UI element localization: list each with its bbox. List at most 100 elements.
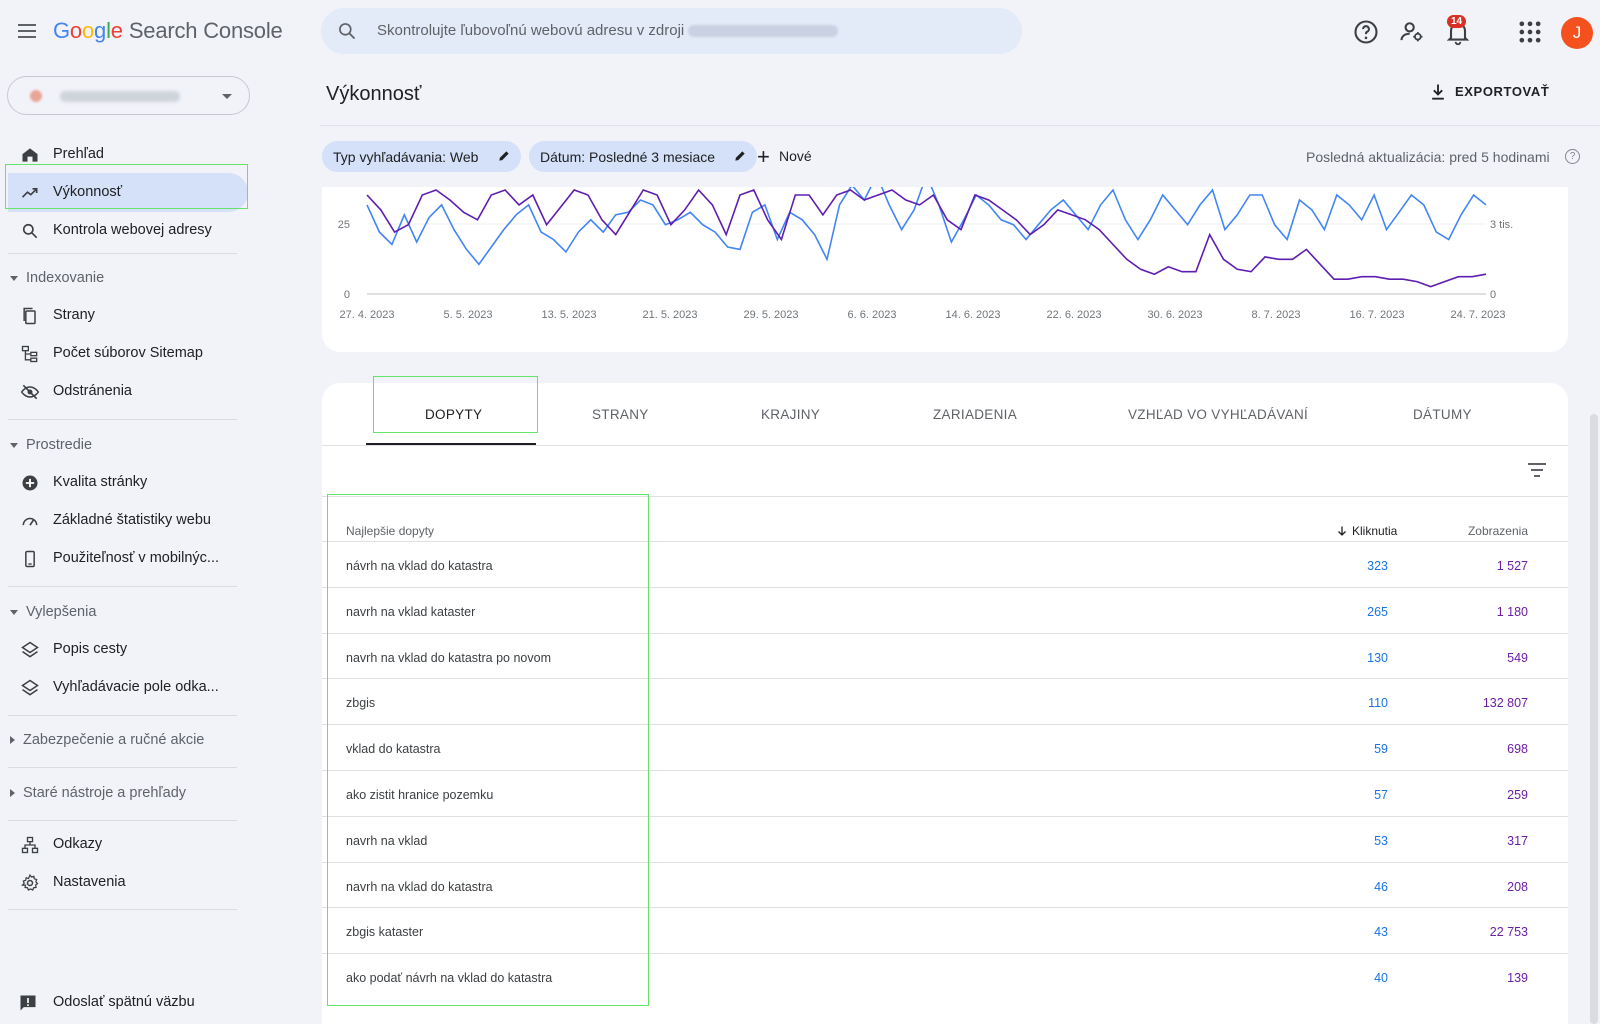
clicks-cell: 265 <box>1367 604 1388 619</box>
filter-icon[interactable] <box>1525 461 1549 479</box>
help-icon[interactable] <box>1352 18 1380 46</box>
column-header-clicks[interactable]: Kliknutia <box>1336 524 1397 538</box>
chip-label: Typ vyhľadávania: Web <box>333 149 479 165</box>
logo-letter: o <box>81 18 95 43</box>
arrow-down-icon <box>1338 526 1346 536</box>
table-row[interactable]: navrh na vklad 53 317 <box>322 815 1568 863</box>
table-row[interactable]: návrh na vklad do katastra 323 1 527 <box>322 541 1568 588</box>
filter-chip-search-type[interactable]: Typ vyhľadávania: Web <box>322 141 521 172</box>
table-row[interactable]: navrh na vklad do katastra po novom 130 54… <box>322 632 1568 680</box>
sidebar-item-sitelinks-searchbox[interactable]: Vyhľadávacie pole odka... <box>8 668 248 707</box>
x-tick-label: 30. 6. 2023 <box>1147 309 1202 321</box>
apps-grid-icon[interactable] <box>1516 18 1544 46</box>
column-header-label: Kliknutia <box>1352 524 1398 538</box>
x-tick-label: 24. 7. 2023 <box>1450 309 1505 321</box>
x-tick-label: 5. 5. 2023 <box>444 309 493 321</box>
layers-icon <box>21 641 39 658</box>
section-indexing[interactable]: Indexovanie <box>10 270 104 286</box>
clicks-cell: 59 <box>1374 742 1388 757</box>
section-label: Staré nástroje a prehľady <box>23 785 187 801</box>
sitemap-icon <box>21 345 38 363</box>
x-tick-label: 16. 7. 2023 <box>1349 309 1404 321</box>
section-enhancements[interactable]: Vylepšenia <box>10 604 96 620</box>
tab-dates[interactable]: DÁTUMY <box>1413 407 1472 422</box>
logo-letter: o <box>69 18 82 43</box>
sidebar-item-label: Kontrola webovej adresy <box>53 222 212 238</box>
sidebar-item-overview[interactable]: Prehľad <box>8 135 248 174</box>
links-icon <box>21 836 39 854</box>
divider <box>8 586 237 587</box>
avatar[interactable]: J <box>1561 17 1593 49</box>
query-cell: zbgis kataster <box>346 925 424 940</box>
sidebar-item-label: Odstránenia <box>53 383 132 399</box>
sidebar-item-page-experience[interactable]: Kvalita stránky <box>8 463 248 502</box>
table-row[interactable]: ako podať návrh na vklad do katastra 40 13… <box>322 953 1568 1000</box>
url-inspection-search[interactable]: Skontrolujte ľubovoľnú webovú adresu v z… <box>321 8 1022 54</box>
property-selector[interactable] <box>7 76 250 115</box>
impressions-cell: 208 <box>1507 879 1528 894</box>
sidebar-item-breadcrumbs[interactable]: Popis cesty <box>8 630 248 669</box>
table-row[interactable]: vklad do katastra 59 698 <box>322 724 1568 771</box>
sidebar-item-sitemaps[interactable]: Počet súborov Sitemap <box>8 334 248 373</box>
notification-badge: 14 <box>1447 15 1467 28</box>
tab-countries[interactable]: KRAJINY <box>761 407 820 422</box>
divider <box>8 419 237 420</box>
sidebar-item-url-inspection[interactable]: Kontrola webovej adresy <box>8 211 248 250</box>
sidebar-item-label: Odkazy <box>53 836 103 852</box>
table-row[interactable]: navrh na vklad do katastra 46 208 <box>322 861 1568 909</box>
export-button[interactable]: EXPORTOVAŤ <box>1432 84 1549 100</box>
table-row[interactable]: ako zistit hranice pozemku 57 259 <box>322 770 1568 817</box>
tab-pages[interactable]: STRANY <box>592 407 649 422</box>
column-header-impressions[interactable]: Zobrazenia <box>1468 524 1528 538</box>
table-row[interactable]: zbgis 110 132 807 <box>322 678 1568 725</box>
caret-right-icon <box>10 789 15 798</box>
table-row[interactable]: navrh na vklad kataster 265 1 180 <box>322 586 1568 634</box>
table-row[interactable]: zbgis kataster 43 22 753 <box>322 907 1568 954</box>
sidebar-item-label: Použiteľnosť v mobilnýc... <box>53 550 220 566</box>
user-settings-icon[interactable] <box>1398 18 1426 46</box>
section-label: Vylepšenia <box>26 604 97 620</box>
performance-chart: 25 0 3 tis. 0 27. 4. 2023 5. 5. 2023 13. 5. 20… <box>338 187 1513 321</box>
impressions-cell: 139 <box>1507 971 1528 986</box>
logo-product-name: Search Console <box>128 18 283 43</box>
plus-icon: + <box>757 144 770 169</box>
section-security[interactable]: Zabezpečenie a ručné akcie <box>10 732 204 748</box>
google-search-console-logo[interactable]: Google Search Console <box>53 18 283 44</box>
query-cell: ako podať návrh na vklad do katastra <box>346 971 553 986</box>
page-title: Výkonnosť <box>326 83 422 105</box>
scrollbar-thumb[interactable] <box>1590 414 1598 1024</box>
layers-icon <box>21 679 39 696</box>
sidebar-item-mobile-usability[interactable]: Použiteľnosť v mobilnýc... <box>8 539 248 578</box>
query-cell: navrh na vklad <box>346 833 428 848</box>
table-header-divider <box>322 496 1568 497</box>
search-icon <box>339 23 356 40</box>
query-cell: zbgis <box>346 696 376 711</box>
caret-down-icon <box>10 609 18 615</box>
filter-chip-date[interactable]: Dátum: Posledné 3 mesiace <box>529 141 757 172</box>
sidebar: Prehľad Výkonnosť Kontrola webovej adres… <box>0 64 260 1024</box>
section-experience[interactable]: Prostredie <box>10 437 92 453</box>
menu-icon[interactable] <box>14 20 40 46</box>
tab-devices[interactable]: ZARIADENIA <box>933 407 1017 422</box>
new-filter-button[interactable]: + Nové <box>757 144 812 169</box>
help-icon[interactable]: ? <box>1565 149 1580 164</box>
sidebar-item-performance[interactable]: Výkonnosť <box>8 173 248 212</box>
sidebar-item-settings[interactable]: Nastavenia <box>8 863 248 902</box>
section-legacy-tools[interactable]: Staré nástroje a prehľady <box>10 785 186 801</box>
clicks-cell: 46 <box>1374 879 1388 894</box>
tab-queries[interactable]: DOPYTY <box>425 407 482 422</box>
sidebar-item-pages[interactable]: Strany <box>8 296 248 335</box>
tab-search-appearance[interactable]: VZHĽAD VO VYHĽADÁVANÍ <box>1128 407 1308 422</box>
sidebar-item-label: Nastavenia <box>53 874 126 890</box>
performance-chart-card: 25 0 3 tis. 0 27. 4. 2023 5. 5. 2023 13. 5. 20… <box>322 187 1568 352</box>
clicks-cell: 43 <box>1374 925 1388 940</box>
sidebar-item-links[interactable]: Odkazy <box>8 825 248 864</box>
divider <box>8 253 237 254</box>
sidebar-item-removals[interactable]: Odstránenia <box>8 372 248 411</box>
feedback-icon <box>20 995 36 1011</box>
plus-circle-icon <box>22 475 38 491</box>
sidebar-item-label: Prehľad <box>53 146 104 162</box>
x-tick-label: 13. 5. 2023 <box>541 309 596 321</box>
x-tick-label: 6. 6. 2023 <box>848 309 897 321</box>
sidebar-item-core-web-vitals[interactable]: Základné štatistiky webu <box>8 501 248 540</box>
